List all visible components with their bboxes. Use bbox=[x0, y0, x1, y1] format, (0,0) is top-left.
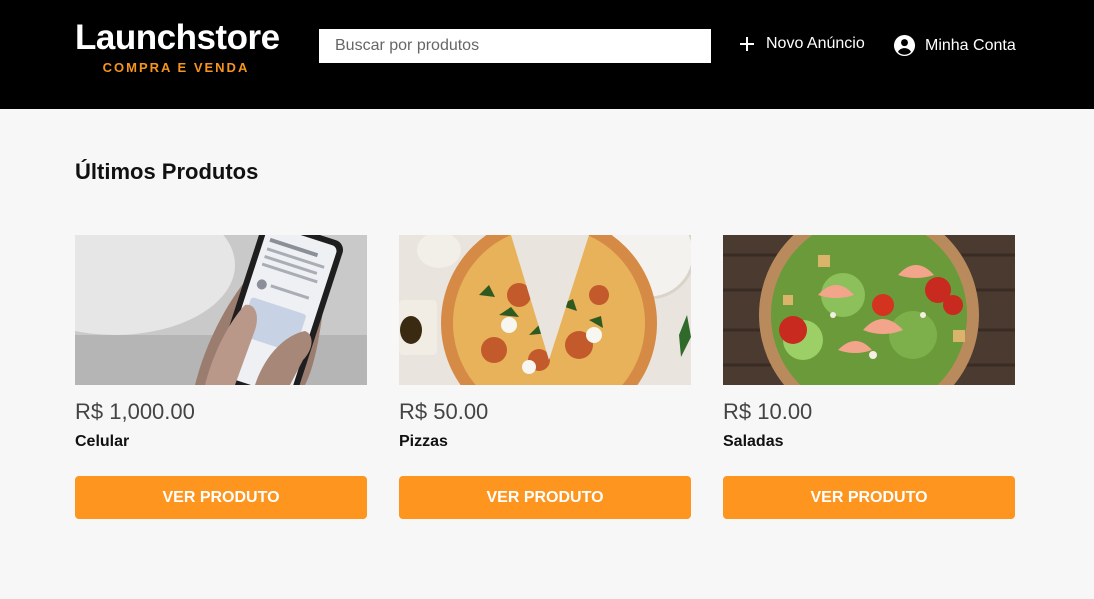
product-grid: R$ 1,000.00 Celular VER PRODUTO R$ 50.00… bbox=[75, 235, 1019, 519]
product-image[interactable] bbox=[399, 235, 691, 385]
product-price: R$ 1,000.00 bbox=[75, 399, 195, 424]
new-ad-link[interactable]: Novo Anúncio bbox=[737, 34, 865, 54]
product-card: R$ 10.00 Saladas VER PRODUTO bbox=[723, 235, 1015, 519]
account-circle-icon bbox=[893, 34, 916, 57]
product-image[interactable] bbox=[75, 235, 367, 385]
account-link[interactable]: Minha Conta bbox=[893, 34, 1016, 57]
product-image[interactable] bbox=[723, 235, 1015, 385]
product-card: R$ 50.00 Pizzas VER PRODUTO bbox=[399, 235, 691, 519]
product-name: Saladas bbox=[723, 433, 784, 450]
product-price: R$ 10.00 bbox=[723, 399, 813, 424]
phone-in-hand-image bbox=[75, 235, 367, 385]
section-title: Últimos Produtos bbox=[75, 159, 259, 184]
pizza-image bbox=[399, 235, 691, 385]
new-ad-label: Novo Anúncio bbox=[766, 35, 865, 52]
search-input[interactable] bbox=[319, 29, 711, 63]
account-label: Minha Conta bbox=[925, 36, 1016, 54]
shrimp-salad-image bbox=[723, 235, 1015, 385]
view-product-button[interactable]: VER PRODUTO bbox=[75, 476, 367, 519]
view-product-button[interactable]: VER PRODUTO bbox=[399, 476, 691, 519]
view-product-button[interactable]: VER PRODUTO bbox=[723, 476, 1015, 519]
main-content: Últimos Produtos R$ 1,000.00 Celular VER… bbox=[0, 159, 1094, 519]
brand-logo[interactable]: Launchstore COMPRA E VENDA bbox=[75, 18, 280, 75]
product-price: R$ 50.00 bbox=[399, 399, 489, 424]
product-name: Pizzas bbox=[399, 433, 448, 450]
brand-subtitle: COMPRA E VENDA bbox=[102, 60, 250, 75]
brand-title: Launchstore bbox=[75, 18, 280, 57]
plus-icon bbox=[740, 37, 754, 51]
product-card: R$ 1,000.00 Celular VER PRODUTO bbox=[75, 235, 367, 519]
product-name: Celular bbox=[75, 433, 130, 450]
site-header: Launchstore COMPRA E VENDA Novo Anúncio … bbox=[0, 0, 1094, 109]
